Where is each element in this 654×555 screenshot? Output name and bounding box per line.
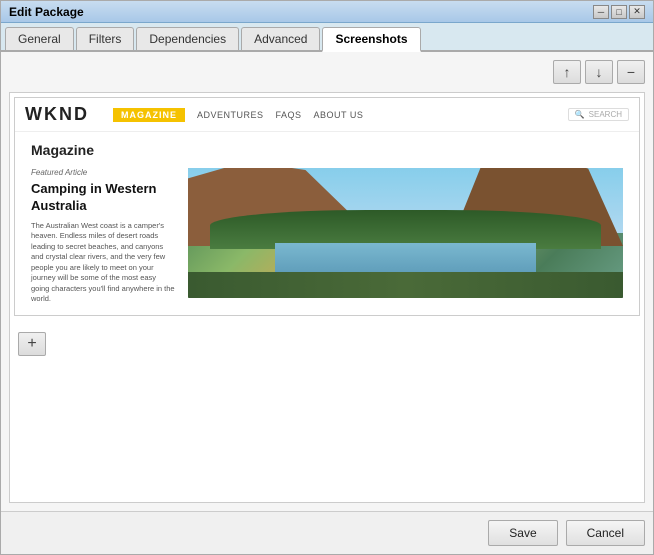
- screenshots-toolbar: ↑ ↓ −: [9, 60, 645, 84]
- screenshots-content: ↑ ↓ − WKND MAGAZINE ADVENTURES FAQS ABOU…: [1, 52, 653, 511]
- tab-filters[interactable]: Filters: [76, 27, 135, 50]
- webpage-nav-items: MAGAZINE ADVENTURES FAQS ABOUT US: [113, 108, 363, 122]
- tab-advanced[interactable]: Advanced: [241, 27, 320, 50]
- featured-label: Featured Article: [31, 168, 176, 177]
- window-title: Edit Package: [9, 5, 84, 19]
- footer: Save Cancel: [1, 511, 653, 554]
- add-button-row: +: [14, 328, 640, 360]
- tab-bar: General Filters Dependencies Advanced Sc…: [1, 23, 653, 52]
- save-button[interactable]: Save: [488, 520, 557, 546]
- nav-item-adventures: ADVENTURES: [197, 110, 264, 120]
- move-up-button[interactable]: ↑: [553, 60, 581, 84]
- webpage-preview: WKND MAGAZINE ADVENTURES FAQS ABOUT US 🔍…: [15, 98, 639, 315]
- featured-content: Featured Article Camping in Western Aust…: [31, 168, 623, 305]
- tab-general[interactable]: General: [5, 27, 74, 50]
- webpage-logo: WKND: [25, 104, 89, 125]
- tab-screenshots[interactable]: Screenshots: [322, 27, 420, 52]
- tab-dependencies[interactable]: Dependencies: [136, 27, 239, 50]
- title-bar-controls: ─ □ ✕: [593, 5, 645, 19]
- webpage-nav: WKND MAGAZINE ADVENTURES FAQS ABOUT US 🔍…: [15, 98, 639, 132]
- title-bar: Edit Package ─ □ ✕: [1, 1, 653, 23]
- search-icon: 🔍: [575, 110, 585, 119]
- nav-item-magazine: MAGAZINE: [113, 108, 185, 122]
- close-button[interactable]: ✕: [629, 5, 645, 19]
- featured-body-text: The Australian West coast is a camper's …: [31, 221, 176, 305]
- search-placeholder-text: SEARCH: [589, 110, 622, 119]
- screenshot-list: WKND MAGAZINE ADVENTURES FAQS ABOUT US 🔍…: [9, 92, 645, 503]
- screenshot-item[interactable]: WKND MAGAZINE ADVENTURES FAQS ABOUT US 🔍…: [14, 97, 640, 316]
- edit-package-window: Edit Package ─ □ ✕ General Filters Depen…: [0, 0, 654, 555]
- nav-search: 🔍 SEARCH: [568, 108, 629, 121]
- cancel-button[interactable]: Cancel: [566, 520, 645, 546]
- nav-item-faqs: FAQS: [276, 110, 302, 120]
- add-screenshot-button[interactable]: +: [18, 332, 46, 356]
- minimize-button[interactable]: ─: [593, 5, 609, 19]
- featured-image: [188, 168, 623, 298]
- move-down-button[interactable]: ↓: [585, 60, 613, 84]
- nav-item-about: ABOUT US: [314, 110, 364, 120]
- maximize-button[interactable]: □: [611, 5, 627, 19]
- remove-button[interactable]: −: [617, 60, 645, 84]
- section-title: Magazine: [31, 142, 623, 158]
- foreground-layer: [188, 272, 623, 298]
- webpage-body: Magazine Featured Article Camping in Wes…: [15, 132, 639, 315]
- featured-heading: Camping in Western Australia: [31, 181, 176, 215]
- featured-text: Featured Article Camping in Western Aust…: [31, 168, 176, 305]
